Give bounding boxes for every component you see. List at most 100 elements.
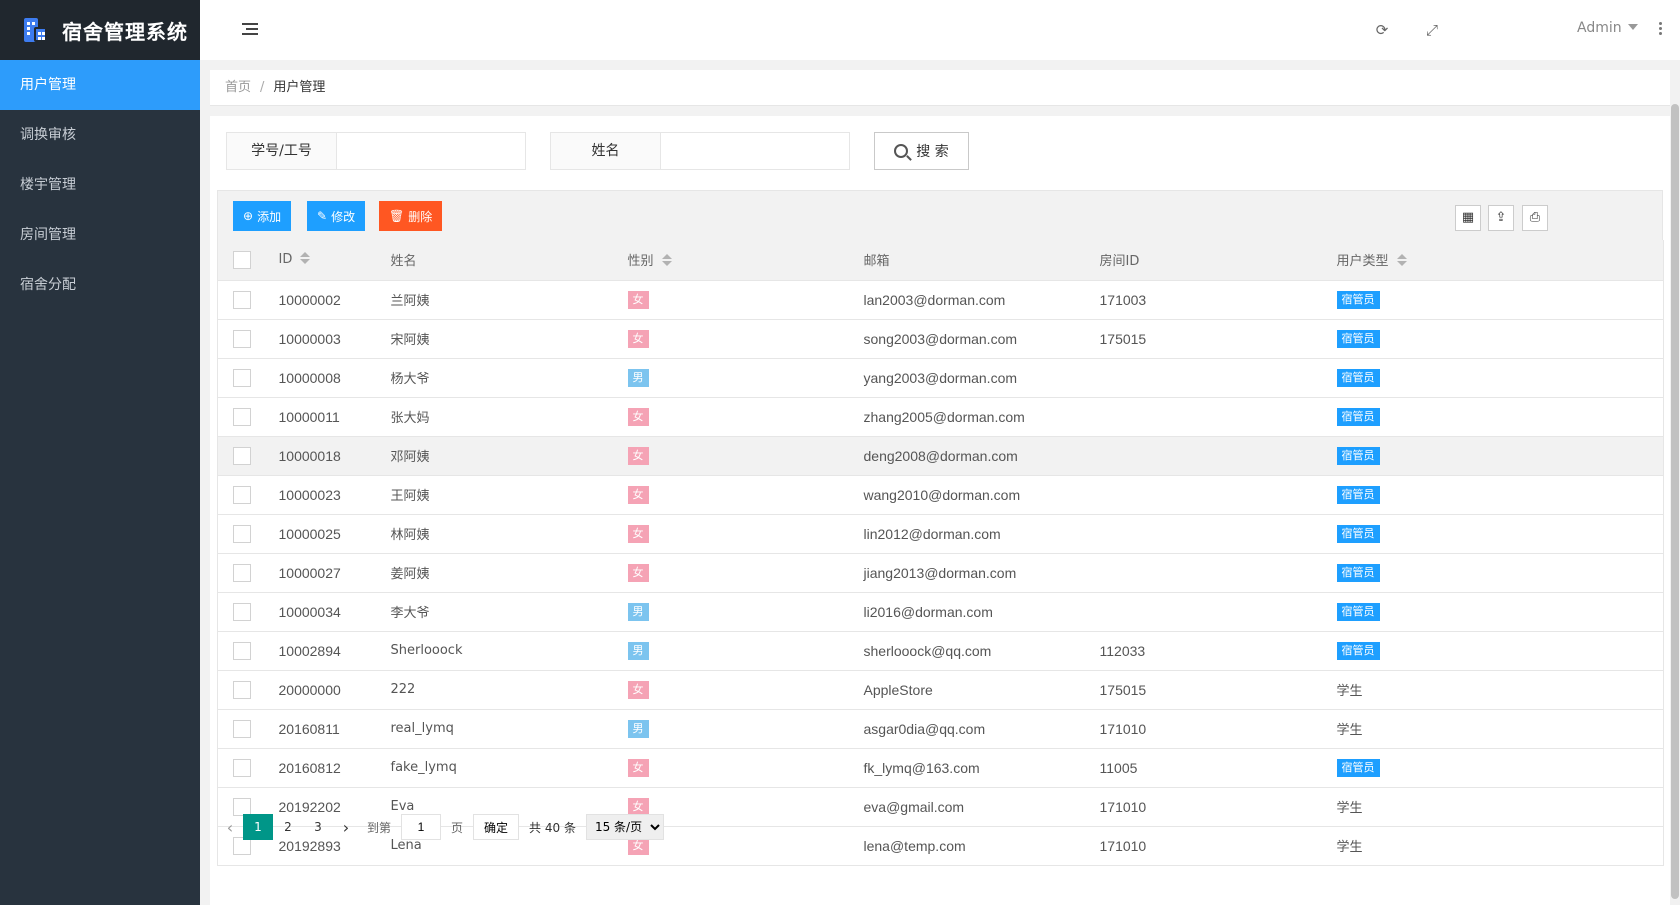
gender-badge: 女 xyxy=(627,486,649,504)
sidebar-item-buildings[interactable]: 楼宇管理 xyxy=(0,160,200,210)
table-row[interactable]: 20160812 fake_lymq 女 fk_lymq@163.com 11005 宿管… xyxy=(217,748,1664,788)
cell-type: 学生 xyxy=(1321,670,1664,710)
cell-gender: 男 xyxy=(612,709,849,749)
cell-email: jiang2013@dorman.com xyxy=(848,553,1085,593)
table-row[interactable]: 10000023 王阿姨女 wang2010@dorman.com 宿管员 xyxy=(217,475,1664,515)
row-checkbox-cell xyxy=(217,397,264,437)
table-row[interactable]: 10000008 杨大爷男 yang2003@dorman.com 宿管员 xyxy=(217,358,1664,398)
row-checkbox[interactable] xyxy=(233,290,251,309)
prev-page-icon[interactable]: ‹ xyxy=(217,818,243,837)
cell-room xyxy=(1084,397,1322,437)
pencil-icon: ✎ xyxy=(317,209,328,223)
page-1[interactable]: 1 xyxy=(243,814,273,840)
cell-email: li2016@dorman.com xyxy=(848,592,1085,632)
row-checkbox[interactable] xyxy=(233,641,251,660)
cell-room: 171010 xyxy=(1084,787,1322,827)
sort-icon[interactable] xyxy=(1396,254,1407,267)
row-checkbox[interactable] xyxy=(233,524,251,543)
name-input[interactable] xyxy=(661,133,849,169)
sidebar-item-dorm-assign[interactable]: 宿舍分配 xyxy=(0,260,200,310)
cell-email: deng2008@dorman.com xyxy=(848,436,1085,476)
page-size-select[interactable]: 15 条/页 xyxy=(585,814,664,840)
cell-email: lena@temp.com xyxy=(848,826,1085,866)
next-page-icon[interactable]: › xyxy=(333,818,359,837)
user-type-badge: 宿管员 xyxy=(1336,758,1380,777)
cell-room xyxy=(1084,592,1322,632)
row-checkbox[interactable] xyxy=(233,563,251,582)
page-scrollbar[interactable] xyxy=(1670,100,1680,905)
table-row[interactable]: 10002894 Sherlooock 男 sherlooock@qq.com 1120… xyxy=(217,631,1664,671)
table-row[interactable]: 20000000 222 女 AppleStore 175015 学生 xyxy=(217,670,1664,710)
table-row[interactable]: 10000018 邓阿姨女 deng2008@dorman.com 宿管员 xyxy=(217,436,1664,476)
table-row[interactable]: 10000027 姜阿姨女 jiang2013@dorman.com 宿管员 xyxy=(217,553,1664,593)
row-checkbox[interactable] xyxy=(233,446,251,465)
gender-badge: 女 xyxy=(627,525,649,543)
gender-badge: 男 xyxy=(627,642,649,660)
fullscreen-icon[interactable]: ⤢ xyxy=(1422,20,1442,40)
row-checkbox-cell xyxy=(217,670,264,710)
sort-icon[interactable] xyxy=(661,254,672,267)
cell-type: 宿管员 xyxy=(1321,514,1664,554)
table-row[interactable]: 10000003 宋阿姨女 song2003@dorman.com 175015 宿管员 xyxy=(217,319,1664,359)
delete-button[interactable]: 🗑 删除 xyxy=(379,201,443,231)
breadcrumb-current: 用户管理 xyxy=(273,80,326,95)
app-title: 宿舍管理系统 xyxy=(62,19,188,44)
sort-icon[interactable] xyxy=(300,252,311,265)
row-checkbox[interactable] xyxy=(233,407,251,426)
header-gender[interactable]: 性别 xyxy=(612,240,849,281)
table-row[interactable]: 10000025 林阿姨女 lin2012@dorman.com 宿管员 xyxy=(217,514,1664,554)
table-row[interactable]: 10000034 李大爷男 li2016@dorman.com 宿管员 xyxy=(217,592,1664,632)
breadcrumb-home[interactable]: 首页 xyxy=(225,80,251,95)
sidebar-item-transfer-review[interactable]: 调换审核 xyxy=(0,110,200,160)
scrollbar-thumb[interactable] xyxy=(1671,104,1679,899)
gender-badge: 女 xyxy=(627,759,649,777)
row-checkbox[interactable] xyxy=(233,368,251,387)
row-checkbox[interactable] xyxy=(233,680,251,699)
row-checkbox[interactable] xyxy=(233,758,251,777)
edit-button[interactable]: ✎ 修改 xyxy=(307,201,366,231)
search-button[interactable]: 搜 索 xyxy=(874,132,969,170)
cell-room: 175015 xyxy=(1084,670,1322,710)
page-2[interactable]: 2 xyxy=(273,814,303,840)
user-type-badge: 宿管员 xyxy=(1336,446,1380,465)
table-row[interactable]: 10000002 兰阿姨女 lan2003@dorman.com 171003 宿管员 xyxy=(217,280,1664,320)
table-row[interactable]: 20160811 real_lymq 男 asgar0dia@qq.com 171010… xyxy=(217,709,1664,749)
table-row[interactable]: 10000011 张大妈女 zhang2005@dorman.com 宿管员 xyxy=(217,397,1664,437)
id-input[interactable] xyxy=(337,133,525,169)
row-checkbox[interactable] xyxy=(233,602,251,621)
header-type[interactable]: 用户类型 xyxy=(1321,240,1664,281)
refresh-icon[interactable]: ⟳ xyxy=(1372,20,1392,40)
cell-type: 宿管员 xyxy=(1321,631,1664,671)
cell-email: eva@gmail.com xyxy=(848,787,1085,827)
total-count: 共 40 条 xyxy=(529,820,576,835)
row-checkbox[interactable] xyxy=(233,485,251,504)
goto-page-input[interactable] xyxy=(401,814,442,840)
page-3[interactable]: 3 xyxy=(303,814,333,840)
sidebar-item-users[interactable]: 用户管理 xyxy=(0,60,200,110)
export-icon[interactable]: ⇪ xyxy=(1488,205,1514,231)
name-label: 姓名 xyxy=(551,133,661,169)
header-email-label: 邮箱 xyxy=(863,254,890,270)
columns-filter-icon[interactable]: ▦ xyxy=(1455,205,1481,231)
select-all-checkbox[interactable] xyxy=(233,250,251,269)
header-id[interactable]: ID xyxy=(263,240,376,281)
cell-type: 学生 xyxy=(1321,787,1664,827)
add-button[interactable]: ⊕ 添加 xyxy=(233,201,292,231)
user-menu[interactable]: Admin xyxy=(1577,20,1638,36)
menu-toggle-icon[interactable] xyxy=(242,23,258,37)
cell-room xyxy=(1084,514,1322,554)
sidebar-item-rooms[interactable]: 房间管理 xyxy=(0,210,200,260)
row-checkbox[interactable] xyxy=(233,719,251,738)
cell-name: 222 xyxy=(375,670,613,710)
cell-name: 姜阿姨 xyxy=(375,553,613,593)
print-icon[interactable]: ⎙ xyxy=(1522,205,1548,231)
breadcrumb-separator: / xyxy=(260,80,265,95)
cell-gender: 女 xyxy=(612,319,849,359)
goto-confirm-button[interactable]: 确定 xyxy=(473,814,520,840)
row-checkbox[interactable] xyxy=(233,329,251,348)
cell-type: 宿管员 xyxy=(1321,748,1664,788)
user-name: Admin xyxy=(1577,20,1622,36)
delete-button-label: 删除 xyxy=(408,209,433,224)
more-icon[interactable] xyxy=(1655,20,1665,40)
cell-type: 宿管员 xyxy=(1321,397,1664,437)
